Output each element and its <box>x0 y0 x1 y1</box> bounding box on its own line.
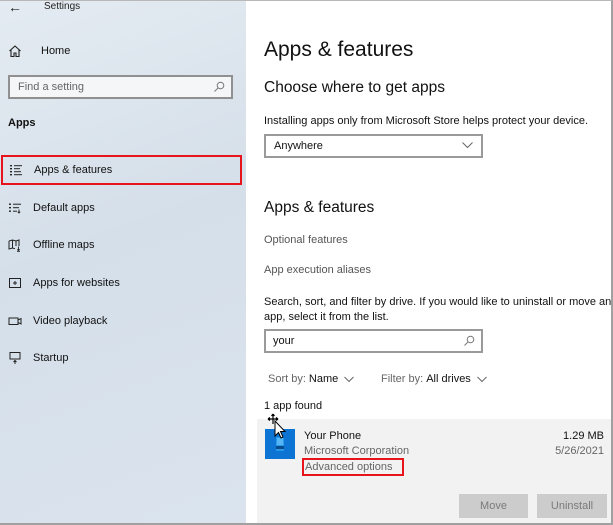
sidebar-item-label: Startup <box>33 352 69 364</box>
find-setting-input[interactable] <box>18 81 208 93</box>
apps-features-heading: Apps & features <box>264 199 375 216</box>
sort-by-value: Name <box>308 373 339 385</box>
sidebar-item-apps-features[interactable]: Apps & features <box>1 155 242 185</box>
chevron-down-icon <box>344 376 355 382</box>
home-icon <box>9 45 21 58</box>
choose-apps-description: Installing apps only from Microsoft Stor… <box>264 115 589 127</box>
uninstall-button[interactable]: Uninstall <box>537 494 607 518</box>
sidebar-item-offline-maps[interactable]: Offline maps <box>0 230 246 260</box>
search-icon[interactable] <box>213 81 225 93</box>
default-apps-icon <box>9 203 21 214</box>
sidebar-home-label: Home <box>41 45 71 57</box>
app-source-dropdown[interactable]: Anywhere <box>264 134 483 158</box>
app-count: 1 app found <box>264 400 323 412</box>
sidebar-item-label: Offline maps <box>33 239 95 251</box>
filter-by-dropdown[interactable]: Filter by: All drives <box>381 373 487 385</box>
chevron-down-icon <box>462 142 473 149</box>
app-search-input[interactable] <box>273 335 458 347</box>
choose-apps-heading: Choose where to get apps <box>264 79 445 96</box>
page-title: Apps & features <box>264 38 414 61</box>
search-icon[interactable] <box>463 335 475 347</box>
sidebar-item-label: Video playback <box>33 315 108 327</box>
filter-by-value: All drives <box>426 373 471 385</box>
sidebar-item-label: Default apps <box>33 202 95 214</box>
app-execution-aliases-link[interactable]: App execution aliases <box>264 264 371 276</box>
chevron-down-icon <box>476 376 487 382</box>
main-content: Apps & features Choose where to get apps… <box>246 1 612 523</box>
startup-icon <box>9 352 21 364</box>
app-publisher: Microsoft Corporation <box>304 445 410 457</box>
app-name: Your Phone <box>304 430 362 442</box>
sidebar-item-startup[interactable]: Startup <box>0 343 246 373</box>
sidebar-item-video-playback[interactable]: Video playback <box>0 306 246 336</box>
app-install-date: 5/26/2021 <box>555 445 604 457</box>
advanced-options-link[interactable]: Advanced options <box>302 458 404 476</box>
sidebar-item-default-apps[interactable]: Default apps <box>0 193 246 223</box>
your-phone-app-icon <box>265 429 295 459</box>
apps-features-icon <box>10 165 22 176</box>
sidebar: ← Settings Home Apps <box>0 1 246 523</box>
app-size: 1.29 MB <box>563 430 604 442</box>
offline-maps-icon <box>8 239 21 252</box>
sidebar-section-apps: Apps <box>8 117 36 129</box>
sort-by-label: Sort by: <box>268 373 306 385</box>
move-button[interactable]: Move <box>459 494 528 518</box>
sidebar-item-label: Apps for websites <box>33 277 120 289</box>
app-source-value: Anywhere <box>274 140 323 152</box>
sidebar-item-label: Apps & features <box>34 164 113 176</box>
sidebar-item-apps-for-websites[interactable]: Apps for websites <box>0 268 246 298</box>
filter-by-label: Filter by: <box>381 373 424 385</box>
app-list-item[interactable]: Your Phone Microsoft Corporation Advance… <box>257 419 611 523</box>
optional-features-link[interactable]: Optional features <box>264 234 348 246</box>
app-search-box[interactable] <box>264 329 483 353</box>
title-bar: ← Settings <box>0 1 246 15</box>
search-description: Search, sort, and filter by drive. If yo… <box>264 296 612 323</box>
find-setting-search[interactable] <box>8 75 233 99</box>
sort-by-dropdown[interactable]: Sort by: Name <box>268 373 355 385</box>
settings-window: ← Settings Home Apps <box>0 0 613 525</box>
window-title: Settings <box>44 1 81 12</box>
phone-icon <box>276 437 284 451</box>
back-arrow-icon[interactable]: ← <box>8 1 22 15</box>
sidebar-home[interactable]: Home <box>8 42 70 60</box>
apps-for-websites-icon <box>9 278 21 288</box>
video-playback-icon <box>8 317 22 325</box>
